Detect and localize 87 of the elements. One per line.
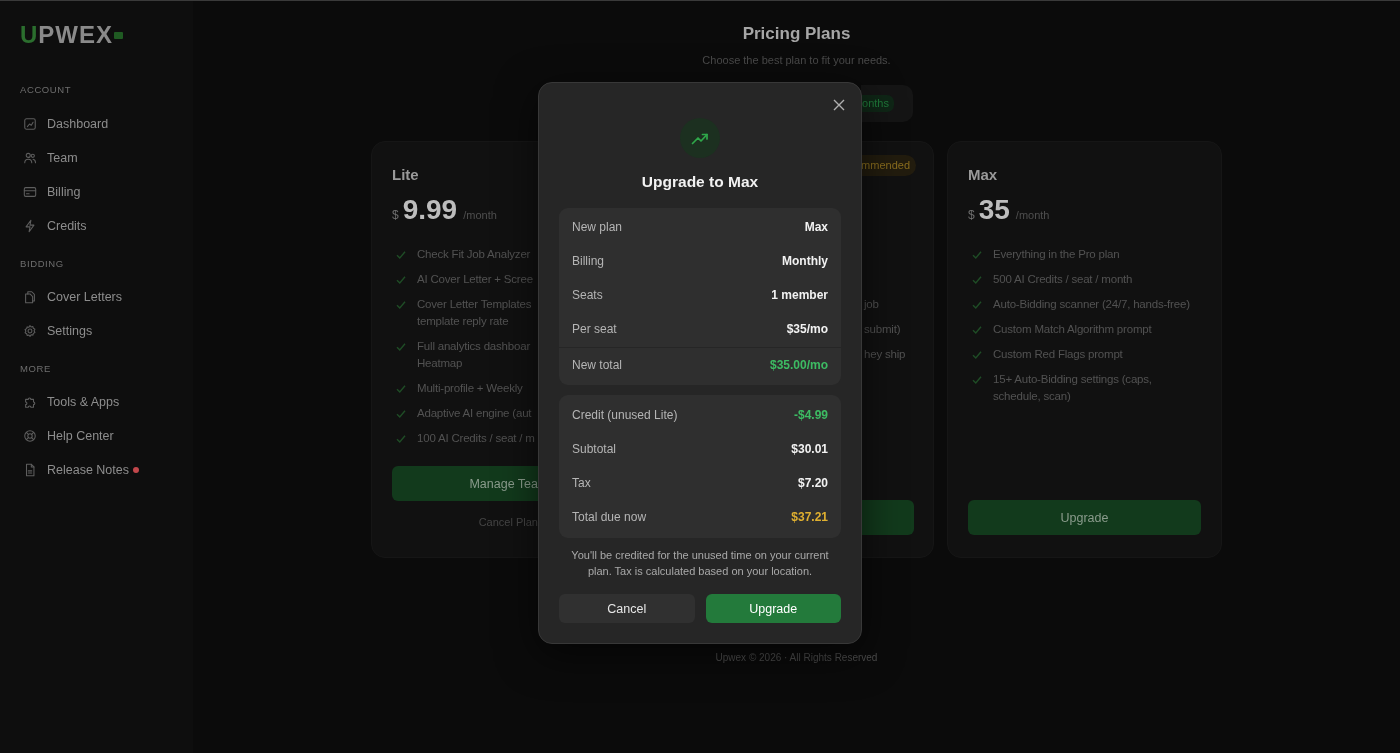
- nav-item[interactable]: Help Center: [23, 419, 114, 453]
- check-icon: [396, 250, 406, 260]
- check-icon: [972, 300, 982, 310]
- currency-symbol: $: [968, 208, 975, 222]
- nav-item[interactable]: Release Notes: [23, 453, 139, 487]
- nav-item[interactable]: Cover Letters: [23, 280, 123, 314]
- summary-label: Total due now: [572, 510, 647, 524]
- summary-value: Max: [804, 220, 828, 234]
- summary-value: $7.20: [797, 476, 828, 490]
- summary-label: New plan: [572, 220, 623, 234]
- dismiss-button[interactable]: Cancel: [559, 594, 695, 623]
- close-button[interactable]: [832, 98, 846, 112]
- logo: UPWEX: [20, 25, 114, 45]
- check-icon: [972, 350, 982, 360]
- plan-price: 35: [978, 194, 1010, 226]
- section-heading: ACCOUNT: [19, 83, 72, 97]
- page-title: Pricing Plans: [742, 23, 851, 45]
- check-icon: [396, 342, 406, 352]
- check-icon: [396, 409, 406, 419]
- summary-value: 1 member: [771, 288, 828, 302]
- summary-label: Credit (unused Lite): [572, 408, 678, 422]
- nav-item[interactable]: Tools & Apps: [23, 385, 120, 419]
- summary-value: -$4.99: [793, 408, 828, 422]
- feature-text: 500 AI Credits / seat / month: [993, 272, 1133, 287]
- file-icon: [23, 463, 37, 477]
- feature-text: Everything in the Pro plan: [993, 247, 1120, 262]
- check-icon: [396, 434, 406, 444]
- plan-name: Max: [968, 166, 998, 184]
- settings-icon: [23, 324, 37, 338]
- summary-value: $35.00/mo: [769, 358, 828, 372]
- check-icon: [972, 275, 982, 285]
- dialog-title: Upgrade to Max: [641, 172, 759, 192]
- check-icon: [396, 300, 406, 310]
- feature-text: Cover Letter Templates template reply rate: [417, 297, 532, 329]
- summary-value: Monthly: [782, 254, 828, 268]
- nav-item[interactable]: Billing: [23, 175, 81, 209]
- logo-tag-icon: [114, 31, 124, 39]
- plan-name: Lite: [392, 166, 419, 184]
- check-icon: [972, 325, 982, 335]
- feature-text: Check Fit Job Analyzer: [417, 247, 531, 262]
- lightning-icon: [23, 219, 37, 233]
- summary-label: Per seat: [572, 322, 617, 336]
- feature-text: Auto-Bidding scanner (24/7, hands-free): [993, 297, 1190, 312]
- summary-value: $37.21: [791, 510, 828, 524]
- summary-value: $30.01: [791, 442, 828, 456]
- plan-button[interactable]: Manage Tea: [392, 466, 539, 501]
- summary-label: Tax: [572, 476, 591, 490]
- feature-text: Full analytics dashboar Heatmap: [417, 339, 531, 371]
- documents-icon: [23, 290, 37, 304]
- credit-card-icon: [23, 185, 37, 199]
- price-period: /month: [463, 209, 497, 221]
- check-icon: [396, 275, 406, 285]
- plan-badge: mmended: [861, 155, 916, 176]
- feature-text: Custom Match Algorithm prompt: [993, 322, 1152, 337]
- feature-text: AI Cover Letter + Scree: [417, 272, 533, 287]
- trending-up-icon: [680, 118, 720, 158]
- summary-label: Subtotal: [572, 442, 617, 456]
- summary-label: Billing: [572, 254, 604, 268]
- feature-text: 15+ Auto-Bidding settings (caps, schedule, scan): [993, 372, 1153, 404]
- price-period: /month: [1015, 209, 1050, 221]
- currency-symbol: $: [392, 208, 399, 222]
- close-icon: [833, 99, 845, 111]
- check-icon: [972, 375, 982, 385]
- confirm-button[interactable]: Upgrade: [705, 594, 841, 623]
- nav-item[interactable]: Dashboard: [23, 107, 109, 141]
- nav-item[interactable]: Settings: [23, 314, 93, 348]
- users-icon: [23, 151, 37, 165]
- feature-text: Adaptive AI engine (aut: [417, 406, 532, 421]
- section-heading: MORE: [19, 362, 51, 376]
- dialog-note: You'll be credited for the unused time on your current plan. Tax is calculated based on your location.: [570, 548, 830, 579]
- chart-icon: [23, 117, 37, 131]
- summary-value: $35/mo: [786, 322, 828, 336]
- page-subtitle: Choose the best plan to fit your needs.: [702, 53, 891, 67]
- feature-text: Multi-profile + Weekly: [417, 381, 523, 396]
- plan-button[interactable]: Upgrade: [968, 500, 1201, 535]
- summary-label: Seats: [572, 288, 603, 302]
- feature-text: submit): [863, 322, 901, 337]
- section-heading: BIDDING: [19, 257, 64, 271]
- nav-item[interactable]: Credits: [23, 209, 87, 243]
- lifebuoy-icon: [23, 429, 37, 443]
- plan-price: 9.99: [402, 194, 458, 226]
- puzzle-icon: [23, 395, 37, 409]
- nav-item[interactable]: Team: [23, 141, 78, 175]
- check-icon: [972, 250, 982, 260]
- check-icon: [396, 384, 406, 394]
- summary-label: New total: [572, 358, 623, 372]
- feature-text: Custom Red Flags prompt: [993, 347, 1123, 362]
